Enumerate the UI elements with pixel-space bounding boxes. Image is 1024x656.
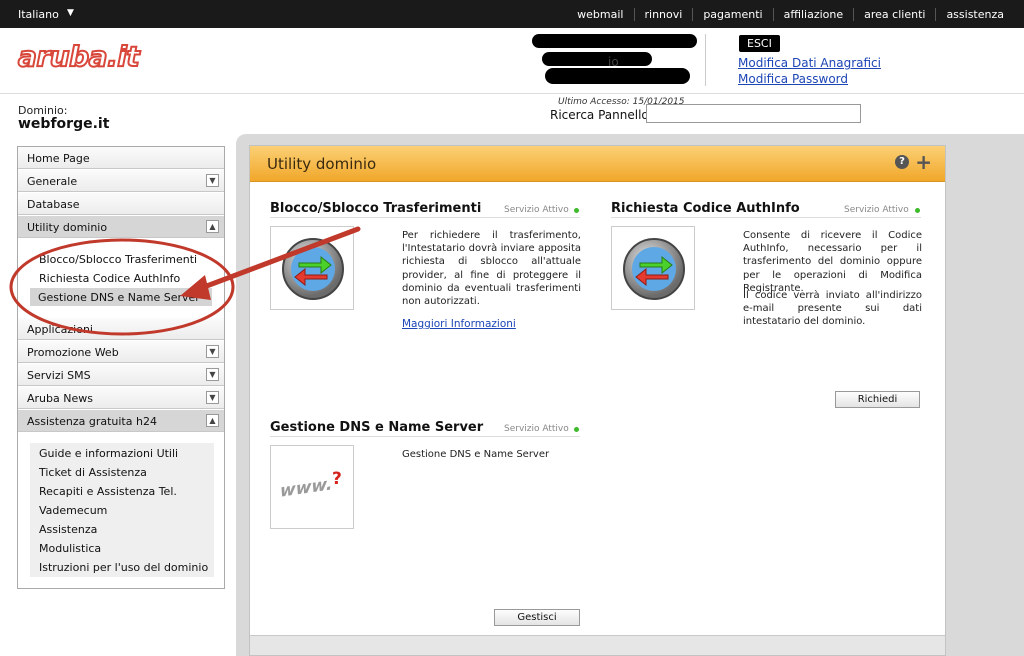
submenu-gestione-dns[interactable]: Gestione DNS e Name Server xyxy=(38,291,200,304)
sidebar-item-label: Database xyxy=(27,198,80,211)
header: aruba.it io ESCI Modifica Dati Anagrafic… xyxy=(0,28,1024,94)
redaction-bar xyxy=(532,34,697,48)
divider xyxy=(611,217,921,218)
divider xyxy=(270,436,580,437)
service-description: Consente di ricevere il Codice AuthInfo,… xyxy=(743,230,922,294)
chevron-down-icon[interactable]: ▼ xyxy=(206,368,219,381)
service-status: Servizio Attivo xyxy=(844,205,909,215)
panel-header: Utility dominio ? + xyxy=(250,146,945,182)
top-nav: webmail rinnovi pagamenti affiliazione a… xyxy=(567,8,1014,21)
status-active-icon xyxy=(574,208,579,213)
nav-rinnovi[interactable]: rinnovi xyxy=(633,8,693,21)
gestisci-button[interactable]: Gestisci xyxy=(494,609,580,626)
transfer-arrows-icon xyxy=(611,226,695,310)
service-description: Gestione DNS e Name Server xyxy=(402,449,550,460)
submenu-recapiti[interactable]: Recapiti e Assistenza Tel. xyxy=(39,485,177,498)
search-panel-input[interactable] xyxy=(646,104,861,123)
sidebar-item-label: Utility dominio xyxy=(27,221,108,234)
service-title-authinfo: Richiesta Codice AuthInfo xyxy=(611,201,800,216)
transfer-arrows-icon xyxy=(270,226,354,310)
sidebar-item-servizi-sms[interactable]: Servizi SMS ▼ xyxy=(18,364,224,386)
richiedi-button[interactable]: Richiedi xyxy=(835,391,920,408)
chevron-down-icon[interactable]: ▼ xyxy=(206,174,219,187)
sidebar-item-generale[interactable]: Generale ▼ xyxy=(18,170,224,192)
service-title-dns: Gestione DNS e Name Server xyxy=(270,420,484,435)
edit-personal-data-link[interactable]: Modifica Dati Anagrafici xyxy=(738,56,881,70)
sidebar-item-label: Applicazioni xyxy=(27,323,93,336)
chevron-down-icon[interactable]: ▼ xyxy=(206,345,219,358)
sidebar-item-promozione-web[interactable]: Promozione Web ▼ xyxy=(18,341,224,363)
www-icon: www. ? xyxy=(270,445,354,529)
divider xyxy=(270,217,580,218)
submenu-assistenza[interactable]: Assistenza xyxy=(39,523,97,536)
submenu-guide[interactable]: Guide e informazioni Utili xyxy=(39,447,178,460)
submenu-modulistica[interactable]: Modulistica xyxy=(39,542,101,555)
submenu-authinfo[interactable]: Richiesta Codice AuthInfo xyxy=(39,272,180,285)
sidebar-item-home[interactable]: Home Page xyxy=(18,147,224,169)
www-text: www. xyxy=(280,474,333,502)
service-description-2: Il codice verrà inviato all'indirizzo e-… xyxy=(743,290,922,328)
nav-webmail[interactable]: webmail xyxy=(567,8,633,21)
sidebar-item-database[interactable]: Database xyxy=(18,193,224,215)
sidebar-item-assistenza[interactable]: Assistenza gratuita h24 ▲ xyxy=(18,410,224,432)
redaction-bar xyxy=(542,52,652,66)
nav-assistenza[interactable]: assistenza xyxy=(935,8,1014,21)
more-info-link[interactable]: Maggiori Informazioni xyxy=(402,318,516,330)
top-bar: Italiano ▼ webmail rinnovi pagamenti aff… xyxy=(0,0,1024,28)
help-icon[interactable]: ? xyxy=(895,155,909,169)
user-name-partial: io xyxy=(608,55,619,69)
sidebar-item-label: Assistenza gratuita h24 xyxy=(27,415,157,428)
logout-button[interactable]: ESCI xyxy=(739,35,780,52)
chevron-down-icon[interactable]: ▼ xyxy=(206,391,219,404)
status-active-icon xyxy=(915,208,920,213)
plus-icon[interactable]: + xyxy=(915,150,932,174)
sidebar-item-aruba-news[interactable]: Aruba News ▼ xyxy=(18,387,224,409)
submenu-blocco-sblocco[interactable]: Blocco/Sblocco Trasferimenti xyxy=(39,253,197,266)
sidebar: Home Page Generale ▼ Database Utility do… xyxy=(17,146,225,589)
question-mark-icon: ? xyxy=(332,469,342,489)
service-status: Servizio Attivo xyxy=(504,424,569,434)
sidebar-item-applicazioni[interactable]: Applicazioni xyxy=(18,318,224,340)
submenu-istruzioni[interactable]: Istruzioni per l'uso del dominio xyxy=(39,561,208,574)
nav-affiliazione[interactable]: affiliazione xyxy=(772,8,854,21)
service-description: Per richiedere il trasferimento, l'Intes… xyxy=(402,230,581,308)
redaction-bar xyxy=(545,68,690,84)
utility-panel: Utility dominio ? + Blocco/Sblocco Trasf… xyxy=(249,145,946,656)
service-title-blocco: Blocco/Sblocco Trasferimenti xyxy=(270,201,482,216)
submenu-ticket[interactable]: Ticket di Assistenza xyxy=(39,466,147,479)
panel-title: Utility dominio xyxy=(267,155,377,173)
sidebar-item-label: Promozione Web xyxy=(27,346,119,359)
edit-password-link[interactable]: Modifica Password xyxy=(738,72,848,86)
search-label: Ricerca Pannello: xyxy=(550,108,653,122)
header-divider xyxy=(705,34,706,86)
panel-footer xyxy=(250,635,945,655)
language-selector[interactable]: Italiano xyxy=(18,8,59,21)
sidebar-item-label: Aruba News xyxy=(27,392,93,405)
domain-name: webforge.it xyxy=(18,116,110,132)
nav-area-clienti[interactable]: area clienti xyxy=(853,8,935,21)
submenu-vademecum[interactable]: Vademecum xyxy=(39,504,107,517)
chevron-up-icon[interactable]: ▲ xyxy=(206,220,219,233)
language-dropdown-icon[interactable]: ▼ xyxy=(67,8,74,18)
sidebar-item-label: Home Page xyxy=(27,152,90,165)
aruba-logo[interactable]: aruba.it xyxy=(17,39,141,74)
sidebar-item-label: Servizi SMS xyxy=(27,369,91,382)
status-active-icon xyxy=(574,427,579,432)
nav-pagamenti[interactable]: pagamenti xyxy=(692,8,772,21)
service-status: Servizio Attivo xyxy=(504,205,569,215)
sidebar-item-utility-dominio[interactable]: Utility dominio ▲ xyxy=(18,216,224,238)
chevron-up-icon[interactable]: ▲ xyxy=(206,414,219,427)
sidebar-item-label: Generale xyxy=(27,175,78,188)
